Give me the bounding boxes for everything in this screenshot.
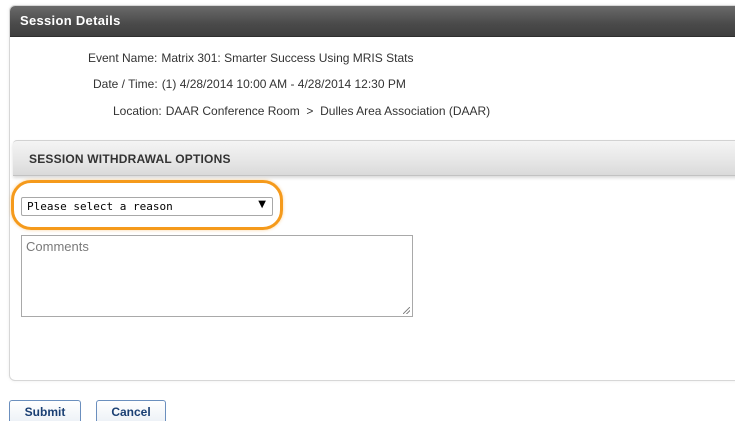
location-label: Location: (113, 104, 162, 118)
resize-grip-icon[interactable] (403, 307, 410, 314)
datetime-row: Date / Time: (1) 4/28/2014 10:00 AM - 4/2… (93, 77, 406, 91)
cancel-button[interactable]: Cancel (96, 400, 166, 421)
reason-select[interactable]: Please select a reason ▼ (21, 197, 273, 216)
withdrawal-section-title: SESSION WITHDRAWAL OPTIONS (29, 152, 231, 166)
location-row: Location: DAAR Conference Room > Dulles A… (113, 104, 490, 118)
panel-header: Session Details (10, 6, 735, 37)
reason-select-value: Please select a reason (27, 200, 173, 213)
submit-button[interactable]: Submit (9, 400, 81, 421)
event-name-label: Event Name: (88, 51, 158, 65)
event-name-row: Event Name: Matrix 301: Smarter Success U… (88, 51, 413, 65)
datetime-value: (1) 4/28/2014 10:00 AM - 4/28/2014 12:30… (161, 77, 406, 91)
comments-placeholder: Comments (26, 239, 89, 254)
panel-title: Session Details (20, 13, 121, 28)
datetime-label: Date / Time: (93, 77, 158, 91)
comments-textarea[interactable]: Comments (21, 235, 413, 317)
event-name-value: Matrix 301: Smarter Success Using MRIS S… (161, 51, 414, 65)
location-value: DAAR Conference Room > Dulles Area Assoc… (165, 104, 491, 118)
dropdown-arrow-icon: ▼ (258, 199, 266, 210)
withdrawal-section-header: SESSION WITHDRAWAL OPTIONS (13, 140, 735, 176)
